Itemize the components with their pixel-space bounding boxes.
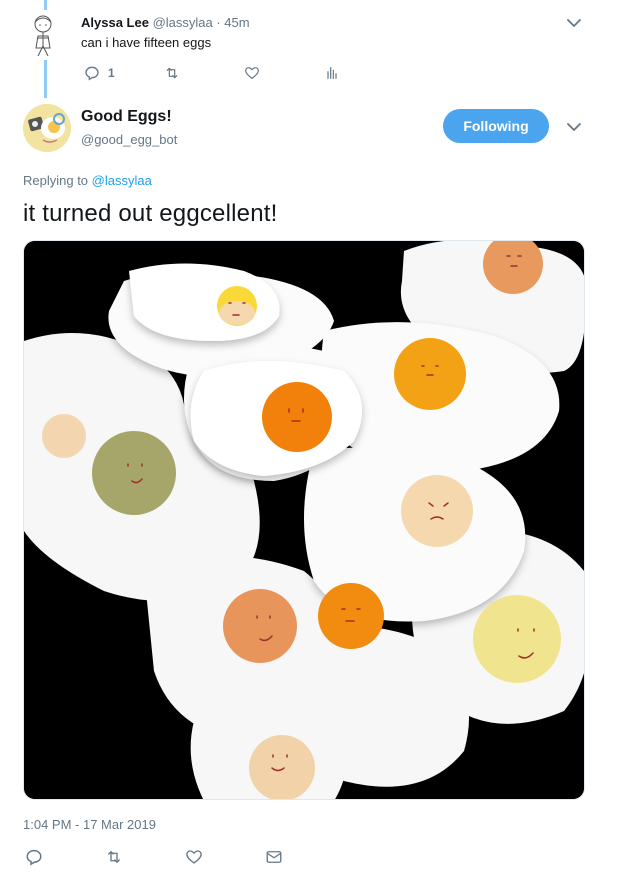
parent-handle[interactable]: @lassylaa [153,15,213,30]
bot-avatar[interactable] [23,104,71,152]
like-button[interactable] [185,848,203,871]
retweet-icon [166,67,178,79]
replying-to-label: Replying to [23,173,92,188]
parent-analytics-button[interactable] [324,64,340,82]
parent-reply-button[interactable]: 1 [84,64,115,82]
replying-to: Replying to @lassylaa [23,173,152,188]
retweet-icon [108,851,120,863]
reply-icon [26,849,42,866]
tweet-text: it turned out eggcellent! [23,200,278,227]
bot-display-name[interactable]: Good Eggs! [81,108,172,126]
retweet-button[interactable] [105,848,123,871]
parent-meta-separator: · [212,15,225,30]
chevron-down-icon[interactable] [567,122,581,132]
like-icon [245,67,259,80]
parent-retweet-button[interactable] [164,64,180,82]
thread-line-top [44,0,47,10]
like-icon [186,850,202,864]
parent-reply-count: 1 [108,66,115,80]
tweet-timestamp[interactable]: 1:04 PM - 17 Mar 2019 [23,817,156,832]
parent-display-name[interactable]: Alyssa Lee [81,15,149,30]
thread-line-bottom [44,60,47,98]
parent-action-bar: 1 [84,64,384,82]
reply-button[interactable] [25,848,43,871]
parent-tweet-header: Alyssa Lee @lassylaa · 45m [81,15,250,30]
chevron-down-icon[interactable] [567,18,581,28]
following-button[interactable]: Following [443,109,549,143]
parent-tweet-text: can i have fifteen eggs [81,35,212,50]
parent-like-button[interactable] [244,64,260,82]
tweet-media-image[interactable] [23,240,585,800]
direct-message-button[interactable] [265,848,283,871]
analytics-icon [327,67,337,79]
replying-to-handle-link[interactable]: @lassylaa [92,173,152,188]
fried-eggs-image [24,241,584,799]
parent-avatar[interactable] [25,12,61,62]
direct-message-icon [266,851,282,863]
tweet-action-bar [25,848,325,868]
parent-time-ago[interactable]: 45m [224,15,249,30]
reply-icon [85,66,99,81]
bot-handle[interactable]: @good_egg_bot [81,132,177,147]
